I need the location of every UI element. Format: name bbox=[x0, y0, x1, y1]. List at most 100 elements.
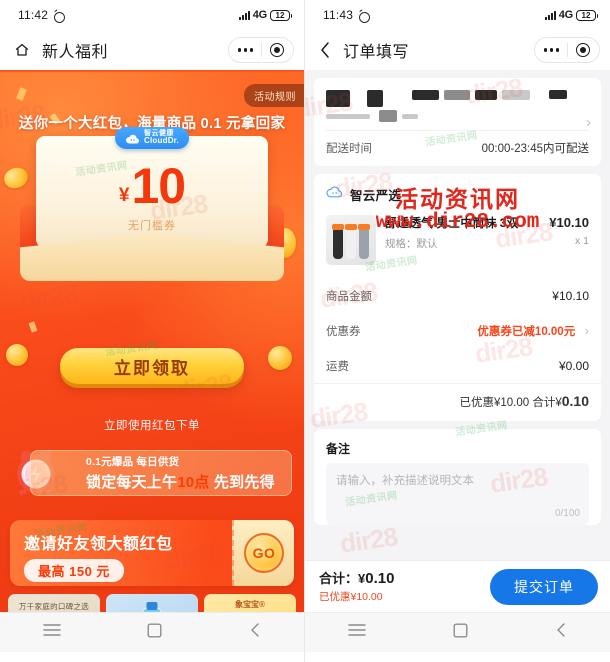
target-icon[interactable] bbox=[576, 43, 590, 57]
home-square-icon[interactable] bbox=[453, 623, 468, 643]
invite-text-group: 邀请好友领大额红包 最高 150 元 bbox=[10, 520, 232, 586]
promo-subline: 立即使用红包下单 bbox=[104, 420, 200, 432]
redacted-block bbox=[326, 90, 350, 107]
left-phone-screen: 11:42 4G 12 新人福利 活动规则 送你一个大红包，海量商品 0.1 元… bbox=[0, 0, 305, 662]
redacted-block bbox=[326, 113, 370, 119]
delivery-time-label: 配送时间 bbox=[326, 143, 372, 155]
order-item-spec: 规格：默认 bbox=[385, 238, 438, 251]
order-item-row[interactable]: 舒适透气 男士中筒袜 3双 规格：默认 ¥10.10 x 1 bbox=[314, 213, 601, 279]
home-icon[interactable] bbox=[14, 42, 30, 58]
coupon-value-group[interactable]: 优惠券已减10.00元 › bbox=[477, 322, 589, 340]
summary-value: ¥10.10 bbox=[552, 289, 589, 303]
store-header[interactable]: 智云严选 bbox=[314, 174, 601, 213]
target-icon[interactable] bbox=[270, 43, 284, 57]
battery-icon: 12 bbox=[576, 9, 598, 21]
watermark-tile: dir28 bbox=[338, 521, 399, 559]
status-time: 11:43 bbox=[323, 8, 354, 22]
menu-icon[interactable] bbox=[348, 623, 367, 642]
supply-line2-suffix: 先到先得 bbox=[213, 474, 275, 491]
remark-card: 备注 请输入，补充描述说明文本 0/100 bbox=[314, 429, 601, 525]
order-form-body: › 配送时间 00:00-23:45内可配送 智云严选 舒适透气 男士中筒袜 3… bbox=[305, 70, 610, 612]
page-title: 订单填写 bbox=[343, 44, 410, 61]
invite-stub[interactable]: GO bbox=[232, 520, 294, 586]
title-bar-left: 新人福利 bbox=[0, 30, 304, 70]
summary-saved-label: 已优惠¥10.00 合计 bbox=[459, 397, 556, 409]
back-chevron-icon[interactable] bbox=[249, 622, 261, 643]
sock-illustration bbox=[358, 224, 370, 259]
status-bar-left: 11:42 4G 12 bbox=[0, 0, 304, 30]
summary-label: 优惠券 bbox=[326, 326, 361, 338]
redacted-block bbox=[502, 90, 530, 100]
signal-bars-icon bbox=[544, 10, 556, 20]
claim-button[interactable]: 立即领取 bbox=[60, 348, 244, 384]
bottle-cap bbox=[146, 602, 158, 610]
store-name: 智云严选 bbox=[350, 189, 402, 203]
order-item-info: 舒适透气 男士中筒袜 3双 规格：默认 bbox=[385, 215, 540, 265]
status-left-group: 11:42 bbox=[18, 8, 66, 23]
product-card[interactable]: 象宝宝® 让妈妈更安心的湿巾 温和洁净 天然植萃 贴身可护 bbox=[204, 594, 296, 612]
submit-order-button[interactable]: 提交订单 bbox=[490, 568, 598, 605]
redacted-block bbox=[366, 90, 383, 107]
product-card[interactable]: 220g 一滴去油 一次冲洗 bbox=[106, 594, 198, 612]
network-label: 4G bbox=[252, 9, 267, 21]
coupon-amount: ¥ 10 bbox=[118, 161, 186, 211]
bottom-total-label: 合计：¥ bbox=[319, 571, 366, 587]
go-button[interactable]: GO bbox=[244, 533, 284, 573]
confetti bbox=[16, 87, 27, 101]
summary-row: 商品金额 ¥10.10 bbox=[314, 279, 601, 313]
redacted-block bbox=[411, 90, 440, 100]
mini-program-capsule-right[interactable] bbox=[533, 37, 600, 63]
brand-text: 智云健康 CloudDr. bbox=[144, 130, 179, 146]
product-brand: 象宝宝® bbox=[235, 600, 265, 609]
red-envelope: 智云健康 CloudDr. ¥ 10 无门槛券 bbox=[14, 127, 290, 281]
remark-counter: 0/100 bbox=[554, 508, 580, 519]
redacted-block bbox=[548, 90, 567, 99]
chevron-right-icon[interactable]: › bbox=[585, 323, 589, 338]
cloud-icon bbox=[326, 186, 343, 204]
alarm-icon bbox=[53, 10, 66, 23]
address-redacted-line bbox=[326, 90, 589, 107]
invite-friends-banner[interactable]: 邀请好友领大额红包 最高 150 元 GO bbox=[10, 520, 294, 586]
capsule-divider bbox=[261, 43, 262, 57]
sock-illustration bbox=[332, 224, 344, 259]
chevron-right-icon[interactable]: › bbox=[586, 114, 591, 131]
home-square-icon[interactable] bbox=[147, 623, 162, 643]
currency-symbol: ¥ bbox=[118, 185, 130, 206]
status-right-group: 4G 12 bbox=[544, 9, 598, 21]
more-dots-icon[interactable] bbox=[237, 48, 253, 52]
back-chevron-icon[interactable] bbox=[555, 622, 567, 643]
remark-input[interactable]: 请输入，补充描述说明文本 0/100 bbox=[326, 463, 589, 525]
activity-rules-badge[interactable]: 活动规则 bbox=[244, 84, 304, 107]
summary-value: ¥0.00 bbox=[558, 359, 589, 373]
bottom-total-row: 合计：¥0.10 bbox=[319, 569, 394, 589]
summary-total-row: 已优惠¥10.00 合计¥0.10 bbox=[314, 383, 601, 421]
supply-line2-prefix: 锁定每天上午 bbox=[86, 474, 178, 491]
coin-decoration bbox=[6, 344, 28, 366]
summary-row-coupon[interactable]: 优惠券 优惠券已减10.00元 › bbox=[314, 313, 601, 349]
menu-icon[interactable] bbox=[43, 623, 61, 642]
supply-info-strip: 0.1元爆品 每日供货 锁定每天上午10点 先到先得 bbox=[30, 450, 292, 496]
back-chevron-icon[interactable] bbox=[319, 41, 331, 59]
store-item-card: 智云严选 舒适透气 男士中筒袜 3双 规格：默认 ¥10.10 x 1 商品金额… bbox=[314, 174, 601, 421]
coupon-type-label: 无门槛券 bbox=[128, 220, 176, 232]
redacted-block bbox=[474, 90, 497, 100]
delivery-time-row: 配送时间 00:00-23:45内可配送 bbox=[326, 130, 589, 166]
signal-bars-icon bbox=[238, 10, 250, 20]
bottom-saved-label: 已优惠¥10.00 bbox=[319, 590, 383, 603]
status-right-group: 4G 12 bbox=[238, 9, 292, 21]
remark-label: 备注 bbox=[326, 442, 351, 456]
mini-program-capsule-left[interactable] bbox=[227, 37, 294, 63]
address-card[interactable]: › 配送时间 00:00-23:45内可配送 bbox=[314, 78, 601, 166]
android-nav-bar-left bbox=[0, 612, 304, 652]
watermark-tile: dir28 bbox=[18, 278, 79, 316]
product-card[interactable]: 万千家庭的口碑之选 已售罄 bbox=[8, 594, 100, 612]
product-card-title: 让妈妈更安心的湿巾 bbox=[204, 611, 296, 612]
more-dots-icon[interactable] bbox=[543, 48, 559, 52]
order-item-pricing: ¥10.10 x 1 bbox=[549, 215, 589, 265]
brand-name-en: CloudDr. bbox=[144, 136, 179, 146]
android-nav-bar-right bbox=[305, 612, 610, 652]
bottom-total-group: 合计：¥0.10 已优惠¥10.00 bbox=[319, 569, 394, 603]
page-title: 新人福利 bbox=[42, 44, 109, 61]
status-bar-right: 11:43 4G 12 bbox=[305, 0, 610, 30]
network-label: 4G bbox=[558, 9, 573, 21]
